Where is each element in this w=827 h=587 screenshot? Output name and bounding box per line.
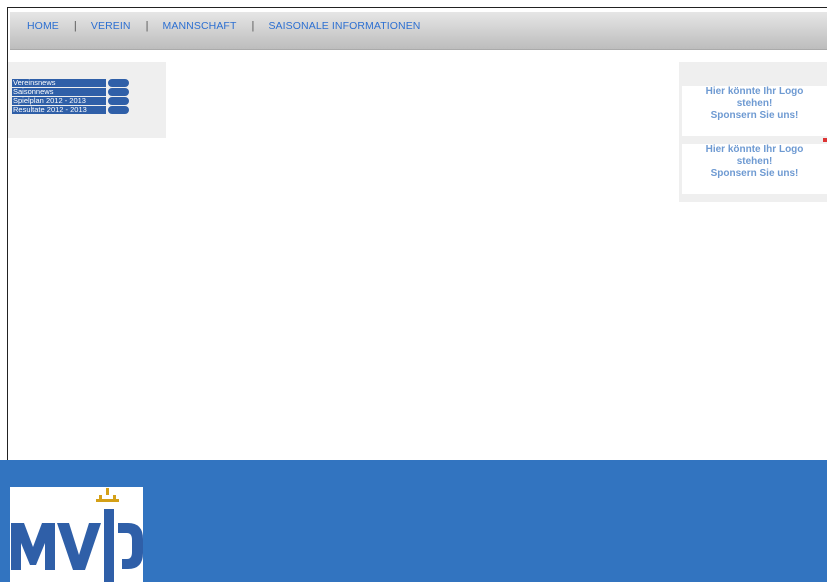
page-top-border [7,7,827,8]
mvp-logo[interactable] [10,487,143,582]
nav-mannschaft[interactable]: MANNSCHAFT [163,20,237,32]
menu-label: Resultate 2012 - 2013 [13,105,87,114]
logo-letter-p [104,509,143,582]
sponsor-text: Sponsern Sie uns! [710,168,799,179]
nav-saisonale-informationen[interactable]: SAISONALE INFORMATIONEN [268,20,420,32]
sponsor-text: Sponsern Sie uns! [710,110,799,121]
menu-pill [108,79,129,87]
menu-item-spielplan[interactable]: Spielplan 2012 - 2013 [12,96,129,105]
sidebar-menu: Vereinsnews Saisonnews Spielplan 2012 - … [12,78,129,115]
nav-list: HOME | VEREIN | MANNSCHAFT | SAISONALE I… [27,20,420,32]
nav-verein[interactable]: VEREIN [91,20,131,32]
crown-icon [96,488,119,502]
nav-separator: | [73,20,77,32]
nav-home[interactable]: HOME [27,20,59,32]
logo-letter-m [11,523,55,570]
nav-separator: | [251,20,255,32]
menu-label: Vereinsnews [13,78,56,87]
red-marker [823,138,827,142]
sponsor-text: stehen! [736,156,773,167]
left-sidebar: Vereinsnews Saisonnews Spielplan 2012 - … [8,62,166,138]
menu-item-saisonnews[interactable]: Saisonnews [12,87,129,96]
main-navigation: HOME | VEREIN | MANNSCHAFT | SAISONALE I… [10,12,827,50]
logo-letter-v [57,523,101,570]
menu-label: Spielplan 2012 - 2013 [13,96,86,105]
sponsor-text: Hier könnte Ihr Logo [705,144,804,155]
menu-pill [108,106,129,114]
menu-pill [108,97,129,105]
logo-graphic [11,488,143,582]
footer [0,460,827,582]
menu-label: Saisonnews [13,87,54,96]
menu-item-vereinsnews[interactable]: Vereinsnews [12,78,129,87]
menu-item-resultate[interactable]: Resultate 2012 - 2013 [12,105,129,114]
sponsor-text: stehen! [736,98,773,109]
sponsor-text: Hier könnte Ihr Logo [705,86,804,97]
nav-separator: | [145,20,149,32]
sponsor-sidebar: Hier könnte Ihr Logo stehen! Sponsern Si… [679,62,827,202]
sponsor-slot[interactable]: Hier könnte Ihr Logo stehen! Sponsern Si… [682,86,827,136]
menu-pill [108,88,129,96]
sponsor-slot[interactable]: Hier könnte Ihr Logo stehen! Sponsern Si… [682,144,827,194]
